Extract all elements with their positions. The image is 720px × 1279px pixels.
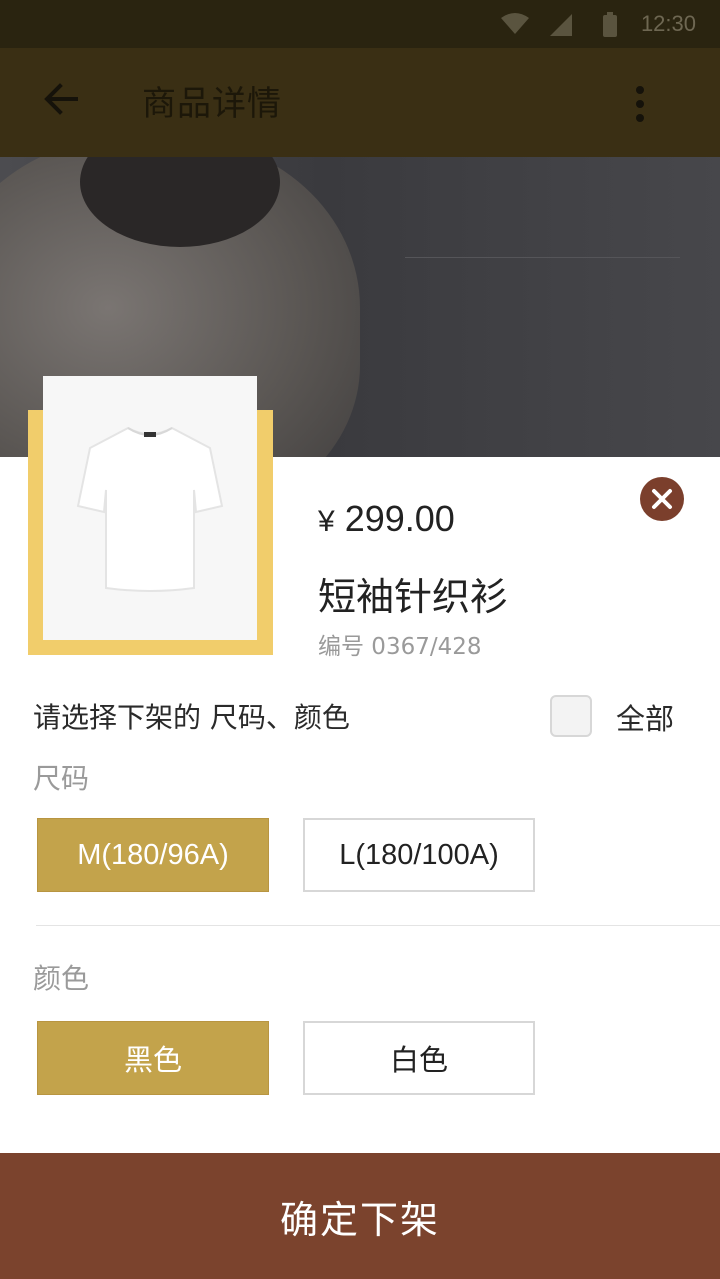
close-button[interactable] [640, 477, 684, 521]
color-section-label: 颜色 [33, 962, 90, 995]
confirm-delist-button[interactable]: 确定下架 [0, 1153, 720, 1279]
section-divider [36, 925, 720, 926]
select-all-checkbox[interactable] [550, 695, 592, 737]
select-all-label[interactable]: 全部 [616, 696, 674, 738]
tshirt-icon [76, 426, 224, 592]
color-option-white[interactable]: 白色 [303, 1021, 535, 1095]
color-option-black[interactable]: 黑色 [37, 1021, 269, 1095]
page-title: 商品详情 [142, 84, 282, 124]
signal-icon [550, 14, 572, 36]
app-bar: 商品详情 [0, 48, 720, 157]
arrow-left-icon[interactable] [38, 76, 84, 122]
selection-prompt: 请选择下架的 尺码、颜色 [33, 701, 350, 734]
product-price: ¥299.00 [318, 498, 455, 540]
more-vertical-icon[interactable] [630, 86, 650, 126]
product-name: 短袖针织衫 [318, 575, 509, 619]
status-bar: 12:30 [0, 0, 720, 48]
product-code: 编号 0367/428 [318, 634, 482, 660]
wifi-icon [501, 13, 529, 34]
hero-divider [405, 257, 680, 258]
close-icon [652, 489, 672, 509]
price-symbol: ¥ [318, 505, 335, 538]
size-option-l[interactable]: L(180/100A) [303, 818, 535, 892]
battery-icon [603, 12, 617, 37]
size-section-label: 尺码 [33, 762, 90, 795]
product-thumbnail [43, 376, 257, 640]
price-value: 299.00 [344, 498, 455, 539]
status-time: 12:30 [640, 11, 696, 36]
size-option-m[interactable]: M(180/96A) [37, 818, 269, 892]
